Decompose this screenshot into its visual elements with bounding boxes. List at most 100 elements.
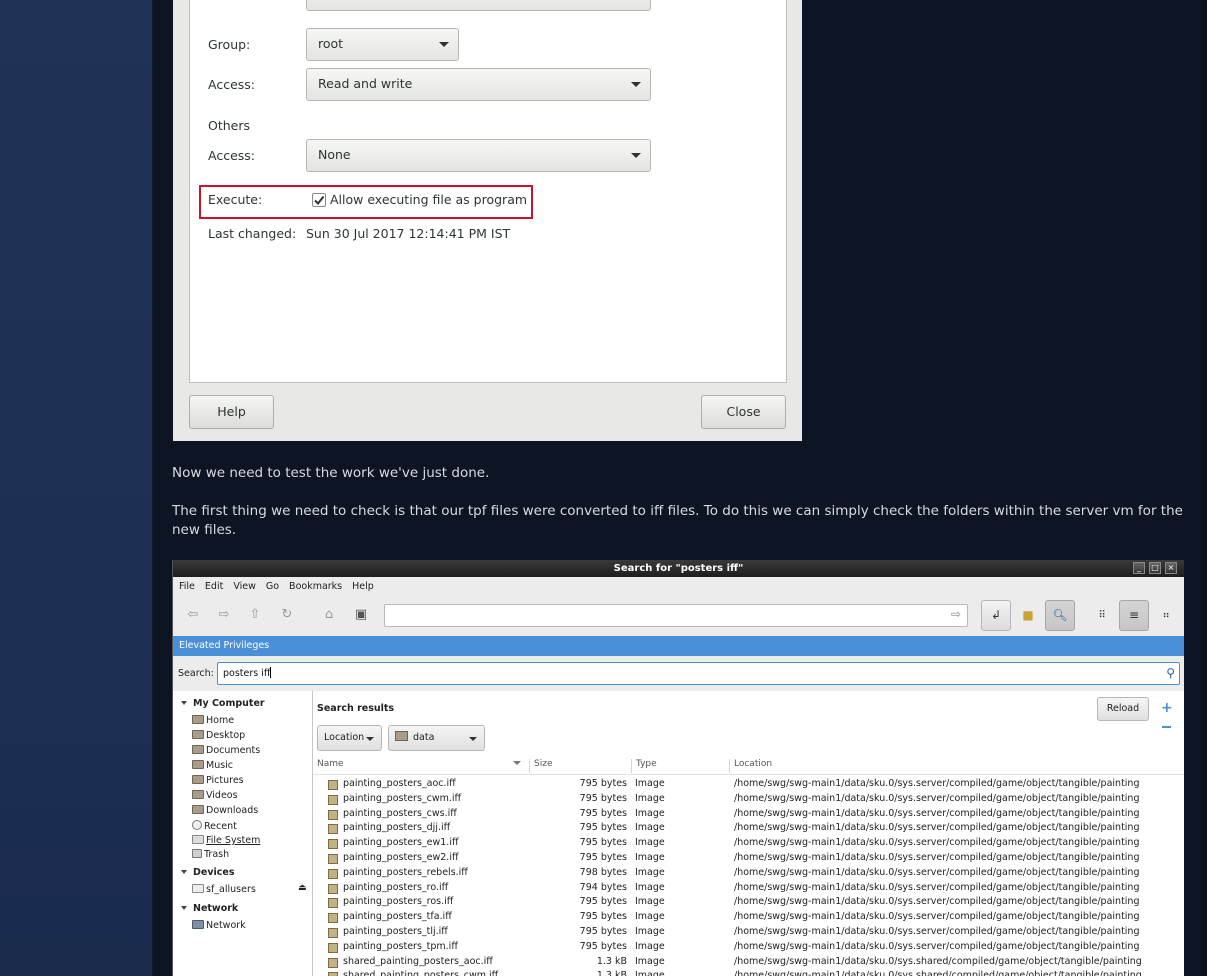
location-bar[interactable]: ⇨ [384,604,968,627]
sidebar-item-pictures[interactable]: Pictures [192,775,244,786]
others-access-label: Access: [208,148,256,163]
menu-go[interactable]: Go [260,578,283,592]
close-button[interactable]: Close [701,395,786,429]
file-location-cell: /home/swg/swg-main1/data/sku.0/sys.serve… [734,792,1140,804]
minimize-button[interactable]: _ [1133,562,1145,574]
search-icon[interactable]: ⚲ [1166,663,1175,684]
eject-icon[interactable]: ⏏ [298,883,307,893]
trash-icon [192,849,202,858]
group-access-combo[interactable]: Read and write [306,68,651,101]
table-row[interactable]: painting_posters_rebels.iff 798 bytes Imag… [313,867,1184,882]
file-location-cell: /home/swg/swg-main1/data/sku.0/sys.serve… [734,896,1140,908]
sidebar-item-trash[interactable]: Trash [192,849,229,860]
others-access-combo[interactable]: None [306,139,651,172]
home-icon[interactable]: ⌂ [321,607,337,623]
file-location-cell: /home/swg/swg-main1/data/sku.0/sys.serve… [734,822,1140,834]
sidebar-item-music[interactable]: Music [192,760,233,771]
search-input[interactable]: posters iff ⚲ [217,662,1180,685]
menu-help[interactable]: Help [346,578,378,592]
column-size[interactable]: Size [534,759,552,769]
menu-bookmarks[interactable]: Bookmarks [283,578,346,592]
sidebar-item-network[interactable]: Network [192,920,246,931]
menu-file[interactable]: File [173,578,199,592]
sidebar-item-downloads[interactable]: Downloads [192,805,258,816]
toggle-location-button[interactable]: ↲ [981,600,1011,631]
search-bar: Search: posters iff ⚲ [173,657,1184,690]
file-type-cell: Image [635,792,665,804]
sidebar-item-desktop[interactable]: Desktop [192,730,245,741]
image-file-icon [328,839,338,850]
search-toggle-button[interactable]: 🔍︎ [1045,600,1075,631]
folder-icon[interactable]: ■ [1013,600,1043,631]
file-name-cell: shared_painting_posters_aoc.iff [343,955,493,967]
sidebar-item-recent[interactable]: Recent [192,820,237,832]
compact-view-icon[interactable]: ⠶ [1151,600,1181,631]
last-changed-label: Last changed: [208,226,297,241]
table-row[interactable]: painting_posters_ro.iff 794 bytes Image/ho… [313,882,1184,897]
file-type-cell: Image [635,778,665,789]
menu-edit[interactable]: Edit [199,578,227,592]
add-criteria-icon[interactable]: + [1161,700,1173,716]
menu-view[interactable]: View [227,578,260,592]
sidebar-item-file-system[interactable]: File System [192,835,260,846]
file-type-cell: Image [635,955,665,967]
list-view-icon[interactable]: ≡ [1119,600,1149,631]
column-location[interactable]: Location [734,759,772,769]
file-type-cell: Image [635,970,665,976]
sidebar-item-documents[interactable]: Documents [192,745,260,756]
table-row[interactable]: painting_posters_ew2.iff 795 bytes Image/h… [313,852,1184,867]
sidebar-heading-devices[interactable]: Devices [181,867,235,878]
group-combo[interactable]: root [306,28,459,61]
sidebar-heading-my-computer[interactable]: My Computer [181,698,265,709]
folder-icon [192,805,204,814]
table-row[interactable]: shared_painting_posters_aoc.iff 1.3 kB Ima… [313,956,1184,971]
column-type[interactable]: Type [636,759,657,769]
sidebar-item-home[interactable]: Home [192,715,234,726]
table-row[interactable]: painting_posters_djj.iff 795 bytes Image/h… [313,822,1184,837]
image-file-icon [328,913,338,924]
file-type-cell: Image [635,911,665,923]
table-row[interactable]: painting_posters_cws.iff 795 bytes Image/h… [313,808,1184,823]
folder-filter-combo[interactable]: data [388,725,485,751]
file-name-cell: painting_posters_cws.iff [343,807,457,819]
computer-icon[interactable]: ▣ [353,607,369,623]
up-icon[interactable]: ⇧ [247,607,263,623]
location-filter-combo[interactable]: Location [317,725,382,751]
column-name[interactable]: Name [317,759,344,769]
back-icon[interactable]: ⇦ [185,607,201,623]
folder-icon [192,715,204,724]
folder-icon [192,745,204,754]
table-row[interactable]: painting_posters_tlj.iff 795 bytes Image/h… [313,926,1184,941]
sidebar-item-videos[interactable]: Videos [192,790,238,801]
sidebar-item-sf-allusers[interactable]: sf_allusers [192,884,256,895]
table-row[interactable]: painting_posters_aoc.iff 795 bytes Image/h… [313,778,1184,793]
file-location-cell: /home/swg/swg-main1/data/sku.0/sys.serve… [734,837,1140,849]
file-size-cell: 795 bytes [579,896,627,908]
table-row[interactable]: painting_posters_cwm.iff 795 bytes Image/h… [313,793,1184,808]
reload-button[interactable]: Reload [1097,697,1149,721]
remove-criteria-icon[interactable] [1162,726,1171,728]
table-row[interactable]: painting_posters_ew1.iff 795 bytes Image/h… [313,837,1184,852]
table-row[interactable]: painting_posters_tfa.iff 795 bytes Image/h… [313,911,1184,926]
table-row[interactable]: shared_painting_posters_cwm.iff 1.3 kB Ima… [313,970,1184,976]
maximize-button[interactable]: □ [1149,562,1161,574]
sort-chevron-icon[interactable] [513,761,521,765]
execute-checkbox-label[interactable]: Allow executing file as program [330,192,527,207]
owner-access-combo-partial[interactable] [306,0,651,11]
clock-icon [192,820,202,830]
file-size-cell: 795 bytes [579,807,627,819]
refresh-icon[interactable]: ↻ [279,607,295,623]
file-size-cell: 794 bytes [579,881,627,893]
forward-icon[interactable]: ⇨ [216,607,232,623]
sidebar-heading-network[interactable]: Network [181,903,238,914]
file-size-cell: 795 bytes [579,911,627,923]
group-access-label: Access: [208,77,256,92]
icon-view-icon[interactable]: ⠿ [1087,600,1117,631]
help-button[interactable]: Help [189,395,274,429]
go-arrow-icon[interactable]: ⇨ [951,607,961,621]
execute-checkbox[interactable] [312,193,326,207]
table-row[interactable]: painting_posters_ros.iff 795 bytes Image/h… [313,896,1184,911]
file-type-cell: Image [635,822,665,834]
table-row[interactable]: painting_posters_tpm.iff 795 bytes Image/h… [313,941,1184,956]
window-close-button[interactable]: × [1165,562,1177,574]
